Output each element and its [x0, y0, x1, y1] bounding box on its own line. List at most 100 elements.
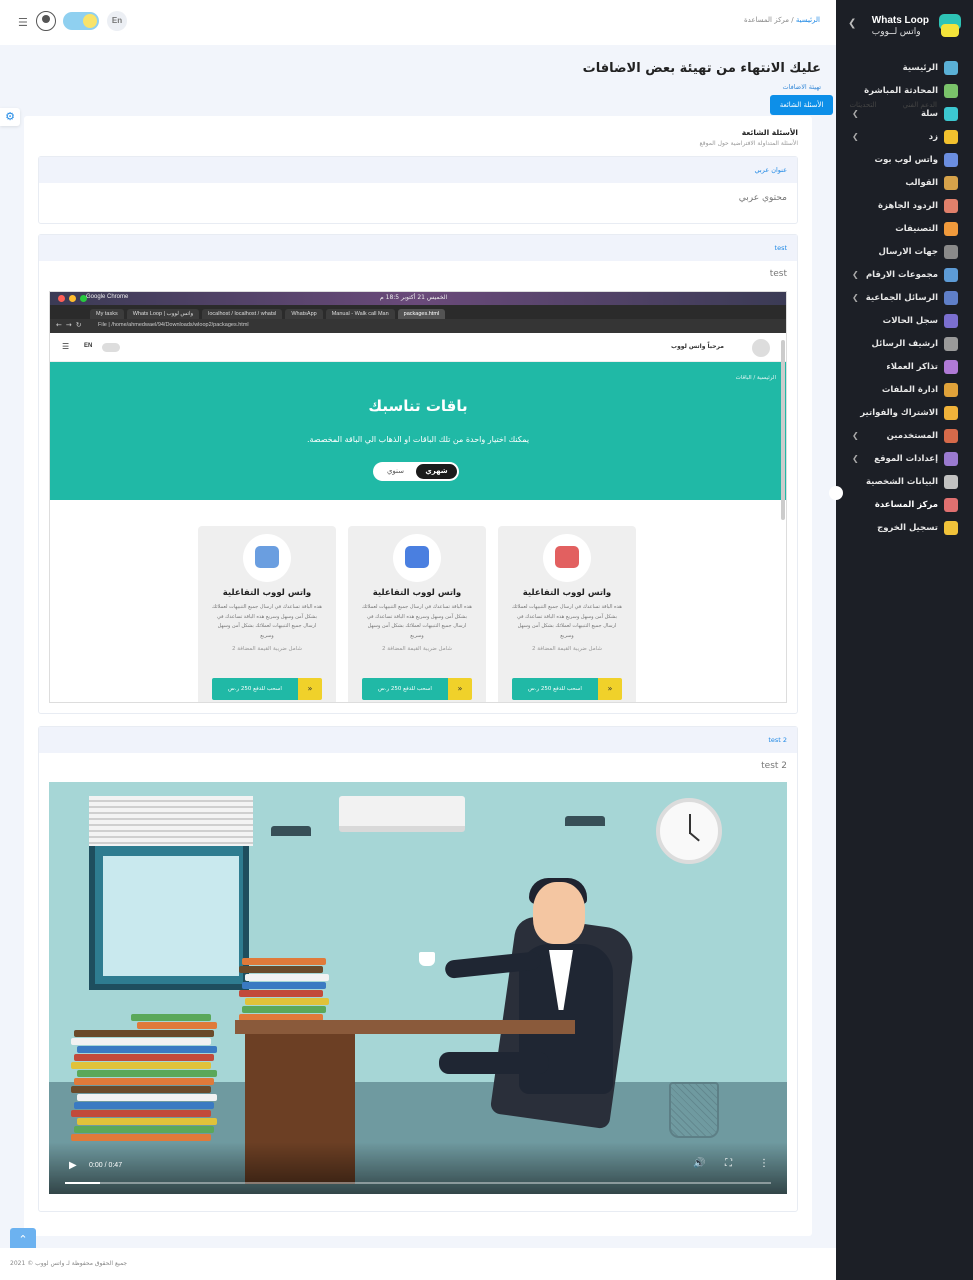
sidebar-item-label: التصنيفات: [895, 223, 938, 234]
sidebar-item-label: مركز المساعدة: [874, 499, 938, 510]
breadcrumb-current: مركز المساعدة: [743, 16, 790, 24]
book: [137, 1070, 217, 1077]
sidebar-item[interactable]: القوالب: [836, 171, 973, 194]
help-icon: [944, 497, 958, 512]
package-desc: هذه الباقة تساعدك في ارسال جميع التنبيها…: [512, 604, 622, 639]
sidebar-item[interactable]: الرئيسية: [836, 56, 973, 79]
tab[interactable]: الأسئلة الشائعة: [769, 95, 834, 115]
book: [137, 1022, 217, 1029]
office-window: [89, 796, 253, 990]
sidebar-item[interactable]: ارشيف الرسائل: [836, 332, 973, 355]
switch-monthly: شهري: [416, 464, 457, 479]
faq-item-content: test 2: [761, 761, 787, 771]
switch-yearly: سنوي: [386, 467, 405, 475]
sidebar-item[interactable]: المستخدمين ❯: [836, 424, 973, 447]
brand-name-ar: واتس لــووب: [871, 25, 921, 36]
package-card: واتس لووب التفاعلية هذه الباقة تساعدك في …: [198, 526, 336, 702]
collapse-sidebar-icon[interactable]: ❯: [848, 18, 856, 29]
faq-item-title[interactable]: test: [39, 235, 797, 261]
sidebar-item-label: إعدادات الموقع: [874, 453, 938, 464]
faq-item-title[interactable]: test 2: [39, 727, 797, 753]
broadcast-icon: [944, 290, 958, 305]
sidebar-item[interactable]: الاشتراك والفواتير: [836, 401, 973, 424]
sidebar-item[interactable]: إعدادات الموقع ❯: [836, 447, 973, 470]
agent-icon: [243, 534, 291, 582]
play-icon[interactable]: ▶: [69, 1160, 77, 1171]
sidebar-item[interactable]: تسجيل الخروج: [836, 516, 973, 539]
sidebar-item-label: الرسائل الجماعية: [865, 292, 938, 303]
sidebar-item[interactable]: الردود الجاهزة: [836, 194, 973, 217]
tab[interactable]: الدعم الفني: [893, 95, 947, 115]
sidebar-item[interactable]: التصنيفات: [836, 217, 973, 240]
fullscreen-icon[interactable]: ⛶: [725, 1158, 732, 1169]
home-icon: [944, 60, 958, 75]
active-notch: [829, 486, 843, 500]
help-tabs: الدعم الفني التحديثات الأسئلة الشائعة: [769, 95, 947, 115]
book: [239, 966, 323, 973]
settings-gear-icon[interactable]: ⚙: [0, 108, 20, 126]
page-subtitle[interactable]: تهيئة الاضافات: [783, 83, 822, 91]
sidebar-item[interactable]: تذاكر العملاء: [836, 355, 973, 378]
sidebar-item[interactable]: ادارة الملفات: [836, 378, 973, 401]
browser-tab: localhost / localhost / whatsl: [202, 309, 283, 319]
ticket-icon: [944, 359, 958, 374]
language-switch[interactable]: En: [107, 11, 127, 31]
theme-toggle[interactable]: [63, 12, 99, 30]
book: [134, 1054, 214, 1061]
billing-switch: شهري سنوي: [373, 462, 459, 481]
package-name: واتس لووب التفاعلية: [372, 588, 462, 598]
user-avatar-icon[interactable]: [36, 11, 56, 31]
chevron-icon: ❯: [852, 454, 859, 463]
sidebar-item[interactable]: البيانات الشخصية: [836, 470, 973, 493]
brand-name-en: Whats Loop: [871, 15, 929, 27]
chevron-icon: ❯: [852, 132, 859, 141]
pricing-hero: الرئيسية / الباقات باقات تناسبك يمكنك اخ…: [50, 362, 786, 500]
sidebar-item[interactable]: سجل الحالات: [836, 309, 973, 332]
more-options-icon[interactable]: ⋮: [759, 1158, 769, 1169]
message-icon: [393, 534, 441, 582]
hamburger-menu-icon[interactable]: ☰: [18, 16, 28, 29]
sidebar-item-label: المحادثة المباشرة: [864, 85, 938, 96]
template-icon: [944, 175, 958, 190]
sidebar-item[interactable]: مركز المساعدة: [836, 493, 973, 516]
site-toggle: [102, 343, 120, 352]
sidebar-item[interactable]: مجموعات الارقام ❯: [836, 263, 973, 286]
chevron-icon: ❯: [852, 293, 859, 302]
sidebar-item-label: الردود الجاهزة: [878, 200, 938, 211]
breadcrumb-home[interactable]: الرئيسية: [796, 16, 820, 24]
api-icon: [543, 534, 591, 582]
video-player[interactable]: ▶ 0:00 / 0:47 🔊 ⛶ ⋮: [49, 782, 787, 1194]
users-icon: [944, 428, 958, 443]
site-brand: مرحباً واتس لووب: [671, 343, 724, 350]
copyright: جميع الحقوق محفوظة لـ واتس لووب © 2021: [10, 1260, 128, 1267]
hero-title: باقات تناسبك: [368, 397, 468, 415]
book: [131, 1086, 211, 1093]
office-desk: [235, 1020, 575, 1034]
sidebar-item[interactable]: الرسائل الجماعية ❯: [836, 286, 973, 309]
sidebar-item[interactable]: جهات الارسال: [836, 240, 973, 263]
browser-tab: My tasks: [90, 309, 124, 319]
sidebar-item-label: جهات الارسال: [878, 246, 939, 257]
faq-item: عنوان عربي محتوي عربي: [38, 156, 798, 224]
video-progress[interactable]: [65, 1182, 771, 1184]
book: [131, 1134, 211, 1141]
groups-icon: [944, 267, 958, 282]
sidebar-item-label: زد: [928, 131, 938, 142]
sidebar-item-label: البيانات الشخصية: [865, 476, 938, 487]
tab[interactable]: التحديثات: [839, 95, 886, 115]
package-vat: شامل ضريبة القيمة المضافة 2: [382, 646, 452, 652]
package-card: واتس لووب التفاعلية هذه الباقة تساعدك في …: [498, 526, 636, 702]
site-lang: EN: [84, 343, 93, 349]
breadcrumb: الرئيسية / مركز المساعدة: [743, 16, 820, 24]
sidebar-item-label: الاشتراك والفواتير: [860, 407, 938, 418]
brand[interactable]: Whats Loop واتس لــووب: [872, 14, 961, 38]
os-app-name: Google Chrome: [86, 294, 129, 300]
archive-icon: [944, 336, 958, 351]
volume-icon[interactable]: 🔊: [693, 1158, 705, 1169]
window-controls: [58, 295, 87, 302]
book: [134, 1102, 214, 1109]
sidebar-item[interactable]: زد ❯: [836, 125, 973, 148]
faq-item-title[interactable]: عنوان عربي: [39, 157, 797, 183]
video-controls: ▶ 0:00 / 0:47 🔊 ⛶ ⋮: [49, 1142, 787, 1194]
sidebar-item[interactable]: واتس لوب بوت: [836, 148, 973, 171]
